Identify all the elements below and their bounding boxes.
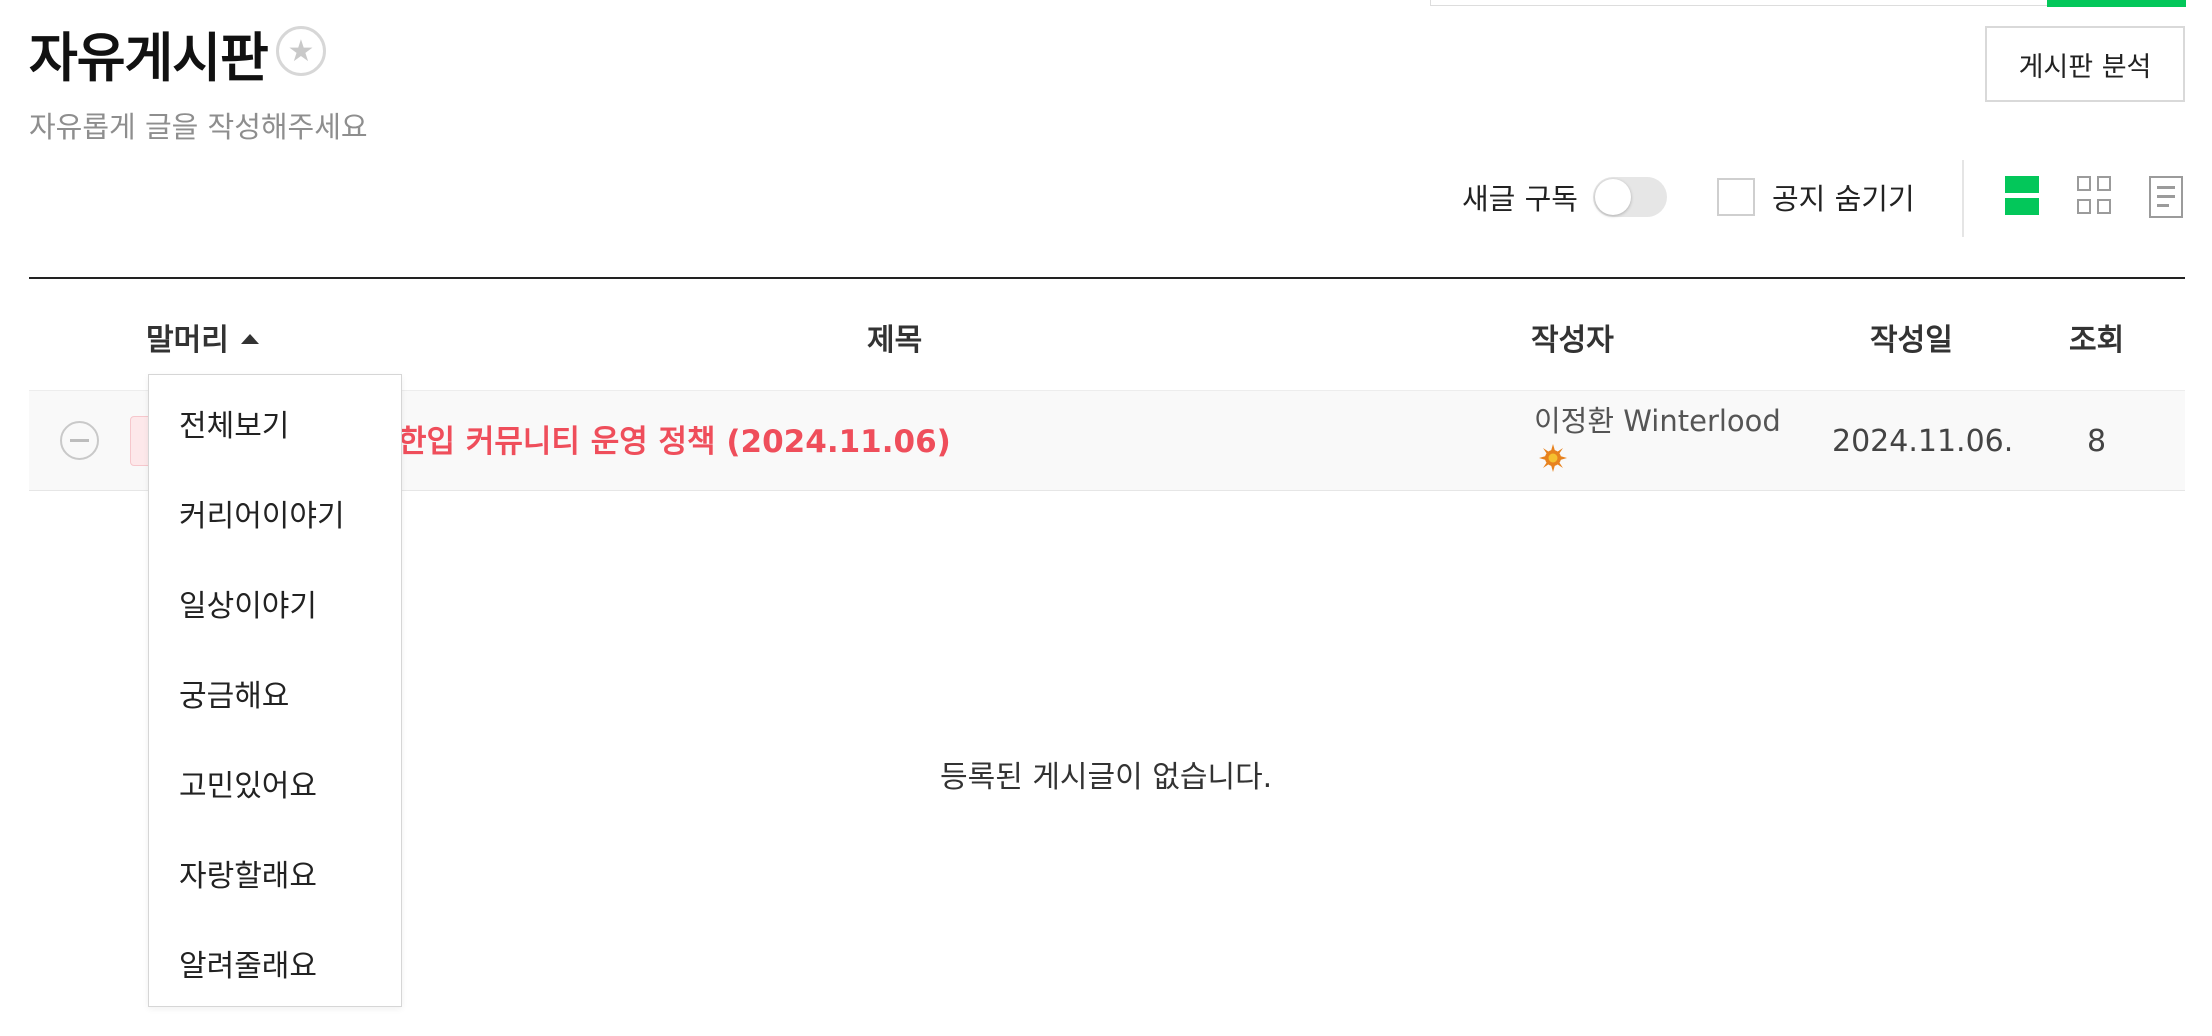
page-title: 자유게시판 [29, 28, 269, 89]
list-view-icon[interactable] [2005, 176, 2039, 216]
category-header[interactable]: 말머리 [146, 315, 259, 359]
divider [1962, 160, 1964, 237]
views-header: 조회 [2069, 323, 2125, 358]
dropdown-item-tip[interactable]: 알려줄래요 [179, 941, 317, 985]
subscribe-toggle[interactable] [1593, 177, 1667, 217]
star-glyph: ★ [287, 33, 315, 69]
star-icon[interactable]: ★ [276, 26, 326, 76]
hide-notice-checkbox[interactable] [1717, 178, 1755, 216]
notice-date: 2024.11.06. [1832, 424, 2014, 459]
list-view-bar [2005, 198, 2039, 215]
category-dropdown: 전체보기 커리어이야기 일상이야기 궁금해요 고민있어요 자랑할래요 알려줄래요 [148, 374, 402, 1007]
list-view-bar [2005, 176, 2039, 193]
author-header: 작성자 [1531, 323, 1614, 358]
dropdown-item-all[interactable]: 전체보기 [179, 401, 289, 445]
search-input[interactable] [1430, 0, 2047, 6]
subscribe-label: 새글 구독 [1462, 182, 1578, 216]
dropdown-item-worry[interactable]: 고민있어요 [179, 761, 317, 805]
caret-up-icon [240, 333, 259, 344]
text-line [2157, 186, 2175, 189]
hide-notice-label[interactable]: 공지 숨기기 [1772, 176, 1915, 218]
date-header: 작성일 [1870, 323, 1953, 358]
toggle-knob [1595, 179, 1631, 215]
notice-views: 8 [2087, 424, 2107, 459]
table-top-border [29, 277, 2185, 279]
board-analysis-button[interactable]: 게시판 분석 [1985, 26, 2185, 102]
sun-badge-icon [1539, 444, 1567, 472]
search-button[interactable] [2047, 0, 2186, 7]
category-header-label: 말머리 [146, 323, 229, 358]
grid-view-icon[interactable] [2077, 176, 2113, 216]
grid-cell [2097, 199, 2111, 214]
dropdown-item-brag[interactable]: 자랑할래요 [179, 851, 317, 895]
title-header: 제목 [867, 323, 923, 358]
text-line [2157, 204, 2169, 207]
dropdown-item-career[interactable]: 커리어이야기 [179, 491, 345, 535]
text-line [2157, 195, 2175, 198]
grid-cell [2077, 199, 2091, 214]
page-subtitle: 자유롭게 글을 작성해주세요 [29, 110, 368, 144]
grid-cell [2097, 176, 2111, 191]
dropdown-item-daily[interactable]: 일상이야기 [179, 581, 317, 625]
collapse-icon[interactable] [60, 421, 99, 460]
notice-title-link[interactable]: 한입 커뮤니티 운영 정책 (2024.11.06) [398, 416, 951, 461]
text-view-icon[interactable] [2149, 176, 2183, 218]
notice-author[interactable]: 이정환 Winterlood [1534, 402, 1781, 440]
grid-cell [2077, 176, 2091, 191]
empty-message: 등록된 게시글이 없습니다. [940, 760, 1273, 795]
dropdown-item-question[interactable]: 궁금해요 [179, 671, 289, 715]
